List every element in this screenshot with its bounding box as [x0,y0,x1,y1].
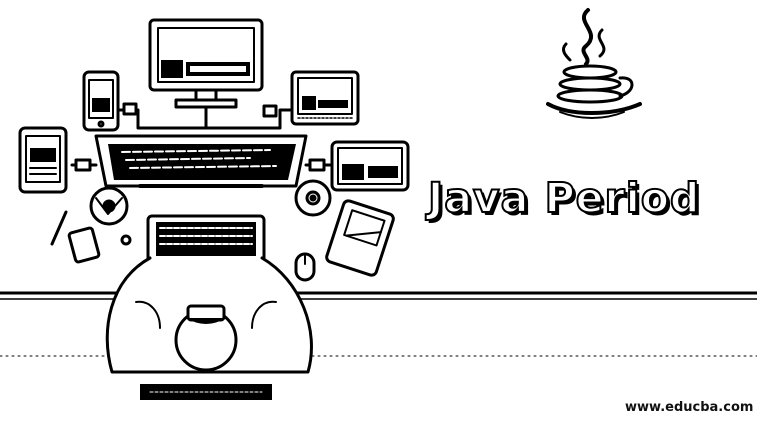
tablet-landscape-icon [330,140,410,192]
mouse-icon [294,252,316,282]
calculator-icon [325,199,395,277]
desktop-monitor-icon [148,18,264,130]
smartphone-icon [82,70,120,132]
hero-title: Java Period [427,173,701,223]
site-url[interactable]: www.educba.com [625,400,753,415]
keyboard-icon [146,214,266,264]
dot-icon [120,234,132,246]
person-icon [105,256,313,400]
tablet-icon [18,126,68,194]
small-phone-icon [67,226,101,264]
camera-icon [89,186,129,226]
cd-icon [294,179,332,217]
pen-icon [50,210,68,246]
java-logo-icon [546,8,642,119]
code-monitor-icon [94,134,308,188]
laptop-icon [290,70,360,126]
